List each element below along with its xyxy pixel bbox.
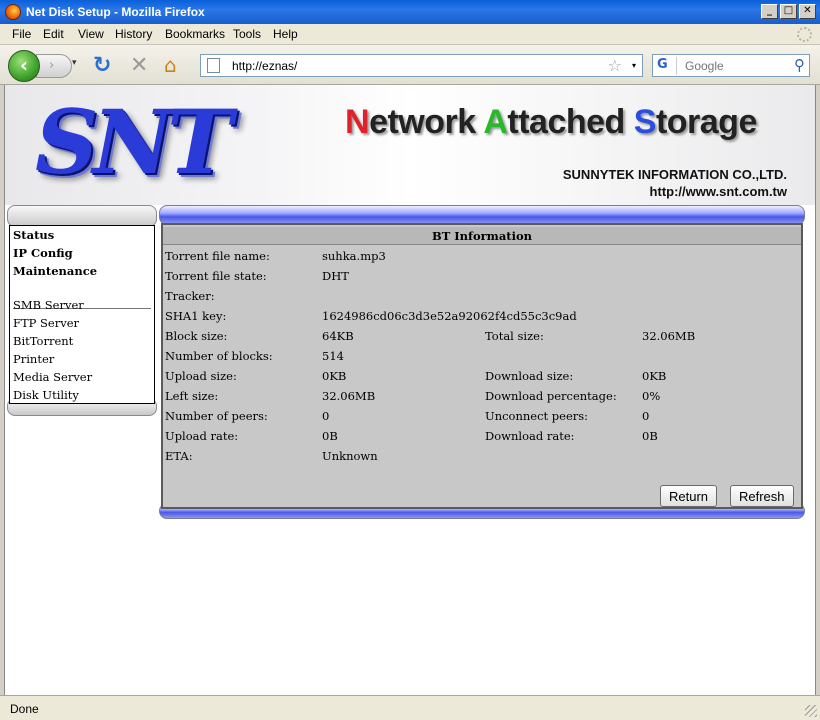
close-button[interactable]: ✕ xyxy=(799,4,816,19)
search-bar[interactable]: G ⚲ xyxy=(652,54,810,77)
menu-view[interactable]: View xyxy=(78,27,104,41)
row-label-block-size: Block size: xyxy=(165,329,228,343)
bt-info-panel: BT Information Torrent file name: suhka.… xyxy=(159,205,805,523)
company-name: SUNNYTEK INFORMATION CO.,LTD. xyxy=(562,167,787,182)
sidebar-panel: Status IP Config Maintenance SMB Server … xyxy=(9,225,155,404)
google-engine-icon[interactable]: G xyxy=(655,57,677,75)
row-label-download-percentage: Download percentage: xyxy=(485,389,617,403)
row-value-number-of-peers: 0 xyxy=(322,409,330,423)
firefox-icon xyxy=(5,4,21,20)
menu-tools[interactable]: Tools xyxy=(233,27,261,41)
sidebar-item-printer[interactable]: Printer xyxy=(13,352,54,366)
back-button[interactable]: ‹ xyxy=(8,50,40,82)
row-value-total-size: 32.06MB xyxy=(642,329,696,343)
row-label-tracker: Tracker: xyxy=(165,289,215,303)
status-bar: Done xyxy=(0,695,820,720)
resize-grip-icon[interactable] xyxy=(805,705,817,717)
row-value-download-size: 0KB xyxy=(642,369,667,383)
sidebar-item-disk-utility[interactable]: Disk Utility xyxy=(13,388,79,402)
url-text[interactable]: http://eznas/ xyxy=(232,59,297,73)
row-label-number-of-peers: Number of peers: xyxy=(165,409,268,423)
row-label-total-size: Total size: xyxy=(485,329,544,343)
row-value-sha1-key: 1624986cd06c3d3e52a92062f4cd55c3c9ad xyxy=(322,309,577,323)
row-label-number-of-blocks: Number of blocks: xyxy=(165,349,273,363)
menu-bookmarks[interactable]: Bookmarks xyxy=(165,27,225,41)
row-value-torrent-state: DHT xyxy=(322,269,349,283)
bookmark-star-icon[interactable]: ☆ xyxy=(608,56,622,75)
row-value-download-rate: 0B xyxy=(642,429,658,443)
home-icon[interactable]: ⌂ xyxy=(164,53,177,77)
row-label-eta: ETA: xyxy=(165,449,193,463)
row-value-block-size: 64KB xyxy=(322,329,354,343)
search-icon[interactable]: ⚲ xyxy=(794,56,805,74)
row-value-upload-rate: 0B xyxy=(322,429,338,443)
stop-icon[interactable]: ✕ xyxy=(130,53,148,78)
status-text: Done xyxy=(10,702,39,716)
minimize-button[interactable]: _ xyxy=(761,4,778,19)
forward-button[interactable]: › xyxy=(36,54,72,78)
row-label-upload-rate: Upload rate: xyxy=(165,429,239,443)
window-titlebar: Net Disk Setup - Mozilla Firefox _ □ ✕ xyxy=(0,0,820,24)
row-label-torrent-name: Torrent file name: xyxy=(165,249,270,263)
nas-title-ttached: ttached xyxy=(507,103,634,141)
sidebar-item-maintenance[interactable]: Maintenance xyxy=(13,264,97,278)
sidebar-item-ftp-server[interactable]: FTP Server xyxy=(13,316,79,330)
nas-banner: SNT Network Attached Storage SUNNYTEK IN… xyxy=(5,85,815,205)
page-icon xyxy=(207,58,220,73)
address-bar[interactable]: http://eznas/ ☆ ▾ xyxy=(200,54,643,77)
menu-bar: File Edit View History Bookmarks Tools H… xyxy=(0,24,820,45)
url-dropdown-icon[interactable]: ▾ xyxy=(632,61,636,70)
throbber-icon xyxy=(797,27,812,42)
window-title: Net Disk Setup - Mozilla Firefox xyxy=(26,5,205,19)
row-label-unconnect-peers: Unconnect peers: xyxy=(485,409,589,423)
row-value-left-size: 32.06MB xyxy=(322,389,376,403)
row-label-sha1-key: SHA1 key: xyxy=(165,309,227,323)
maximize-button[interactable]: □ xyxy=(780,4,797,19)
sidebar-item-media-server[interactable]: Media Server xyxy=(13,370,92,384)
nas-title-a: A xyxy=(483,103,508,141)
sidebar-item-bittorrent[interactable]: BitTorrent xyxy=(13,334,73,348)
nas-title-etwork: etwork xyxy=(369,103,484,141)
row-value-unconnect-peers: 0 xyxy=(642,409,650,423)
nas-title: Network Attached Storage xyxy=(345,103,757,142)
row-label-download-size: Download size: xyxy=(485,369,574,383)
sidebar-menu: Status IP Config Maintenance SMB Server … xyxy=(7,205,157,418)
row-value-upload-size: 0KB xyxy=(322,369,347,383)
navigation-toolbar: › ‹ ▾ ↻ ✕ ⌂ http://eznas/ ☆ ▾ G ⚲ xyxy=(0,45,820,85)
row-value-download-percentage: 0% xyxy=(642,389,661,403)
reload-icon[interactable]: ↻ xyxy=(93,53,111,78)
menu-file[interactable]: File xyxy=(12,27,31,41)
return-button[interactable]: Return xyxy=(660,485,718,507)
snt-logo: SNT xyxy=(35,90,232,194)
row-label-torrent-state: Torrent file state: xyxy=(165,269,267,283)
nas-title-torage: torage xyxy=(655,103,757,141)
sidebar-item-ip-config[interactable]: IP Config xyxy=(13,246,73,260)
bt-info-title: BT Information xyxy=(163,227,801,245)
sidebar-item-status[interactable]: Status xyxy=(13,228,54,242)
refresh-button[interactable]: Refresh xyxy=(730,485,794,507)
menu-history[interactable]: History xyxy=(115,27,152,41)
search-input[interactable] xyxy=(685,58,789,73)
history-dropdown-icon[interactable]: ▾ xyxy=(72,58,77,68)
nas-title-s: S xyxy=(633,103,657,141)
page-content: SNT Network Attached Storage SUNNYTEK IN… xyxy=(4,85,816,695)
nas-title-n: N xyxy=(345,103,370,141)
sidebar-cap-top xyxy=(7,205,157,227)
row-value-eta: Unknown xyxy=(322,449,378,463)
panel-cap-top xyxy=(159,205,805,225)
row-value-torrent-name: suhka.mp3 xyxy=(322,249,386,263)
sidebar-item-smb-server[interactable]: SMB Server xyxy=(13,298,84,312)
menu-edit[interactable]: Edit xyxy=(43,27,64,41)
bt-info-box: BT Information Torrent file name: suhka.… xyxy=(161,223,803,509)
row-label-download-rate: Download rate: xyxy=(485,429,575,443)
row-label-left-size: Left size: xyxy=(165,389,219,403)
menu-help[interactable]: Help xyxy=(273,27,298,41)
row-label-upload-size: Upload size: xyxy=(165,369,237,383)
company-website: http://www.snt.com.tw xyxy=(649,184,787,199)
row-value-number-of-blocks: 514 xyxy=(322,349,344,363)
